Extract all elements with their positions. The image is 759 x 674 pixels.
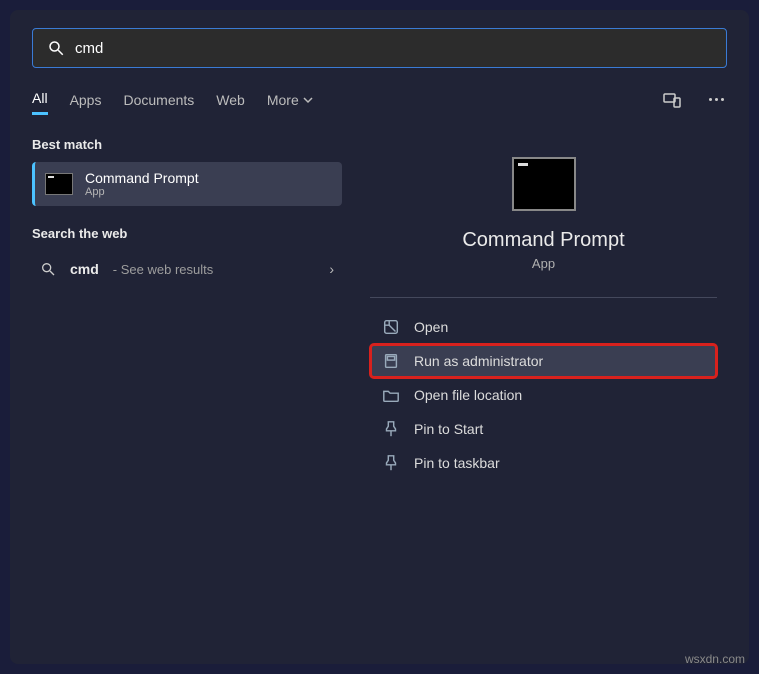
preview-app-icon [512,157,576,211]
web-query-text: cmd [70,261,99,277]
chevron-right-icon: › [329,261,334,277]
shield-icon [382,352,400,370]
action-open-location-label: Open file location [414,387,522,403]
search-bar[interactable] [32,28,727,68]
web-hint-text: - See web results [113,262,213,277]
pin-icon [382,420,400,438]
action-run-as-administrator[interactable]: Run as administrator [370,344,717,378]
search-input[interactable] [75,40,712,57]
command-prompt-icon [45,173,73,195]
results-list: Best match Command Prompt App Search the… [32,129,342,646]
best-match-result[interactable]: Command Prompt App [32,162,342,206]
pin-icon [382,454,400,472]
action-run-admin-label: Run as administrator [414,353,543,369]
ellipsis-icon [709,98,724,101]
preview-subtitle: App [370,256,717,271]
preview-title: Command Prompt [370,229,717,252]
tab-documents[interactable]: Documents [123,86,194,114]
devices-icon [662,90,682,110]
action-pin-taskbar-label: Pin to taskbar [414,455,500,471]
open-icon [382,318,400,336]
best-match-label: Best match [32,137,342,152]
action-open[interactable]: Open [370,310,717,344]
search-across-devices-button[interactable] [661,89,683,111]
search-icon [47,39,65,57]
preview-pane: Command Prompt App Open Run as administr… [360,129,727,646]
best-match-subtitle: App [85,186,199,198]
best-match-title: Command Prompt [85,170,199,186]
search-web-label: Search the web [32,226,342,241]
filter-tabs: All Apps Documents Web More [32,84,727,115]
action-pin-to-start[interactable]: Pin to Start [370,412,717,446]
tab-more[interactable]: More [267,86,313,114]
tab-apps[interactable]: Apps [70,86,102,114]
folder-icon [382,386,400,404]
tab-more-label: More [267,92,299,108]
action-open-label: Open [414,319,448,335]
more-options-button[interactable] [705,89,727,111]
tab-web[interactable]: Web [216,86,245,114]
action-pin-to-taskbar[interactable]: Pin to taskbar [370,446,717,480]
chevron-down-icon [303,95,313,105]
watermark: wsxdn.com [685,652,745,666]
divider [370,297,717,298]
action-pin-start-label: Pin to Start [414,421,483,437]
tab-all[interactable]: All [32,84,48,115]
search-icon [40,261,56,277]
start-search-panel: All Apps Documents Web More Best match C… [10,10,749,664]
action-open-file-location[interactable]: Open file location [370,378,717,412]
web-result[interactable]: cmd - See web results › [32,251,342,287]
